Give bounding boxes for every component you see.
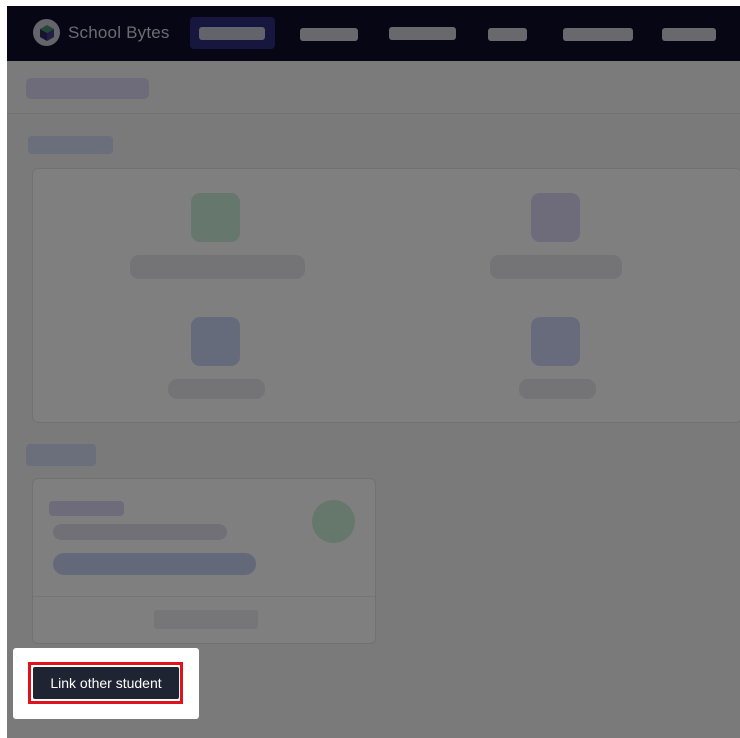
modal-overlay — [7, 6, 740, 738]
app-frame: School Bytes — [7, 6, 740, 738]
link-other-student-button[interactable]: Link other student — [33, 667, 179, 699]
